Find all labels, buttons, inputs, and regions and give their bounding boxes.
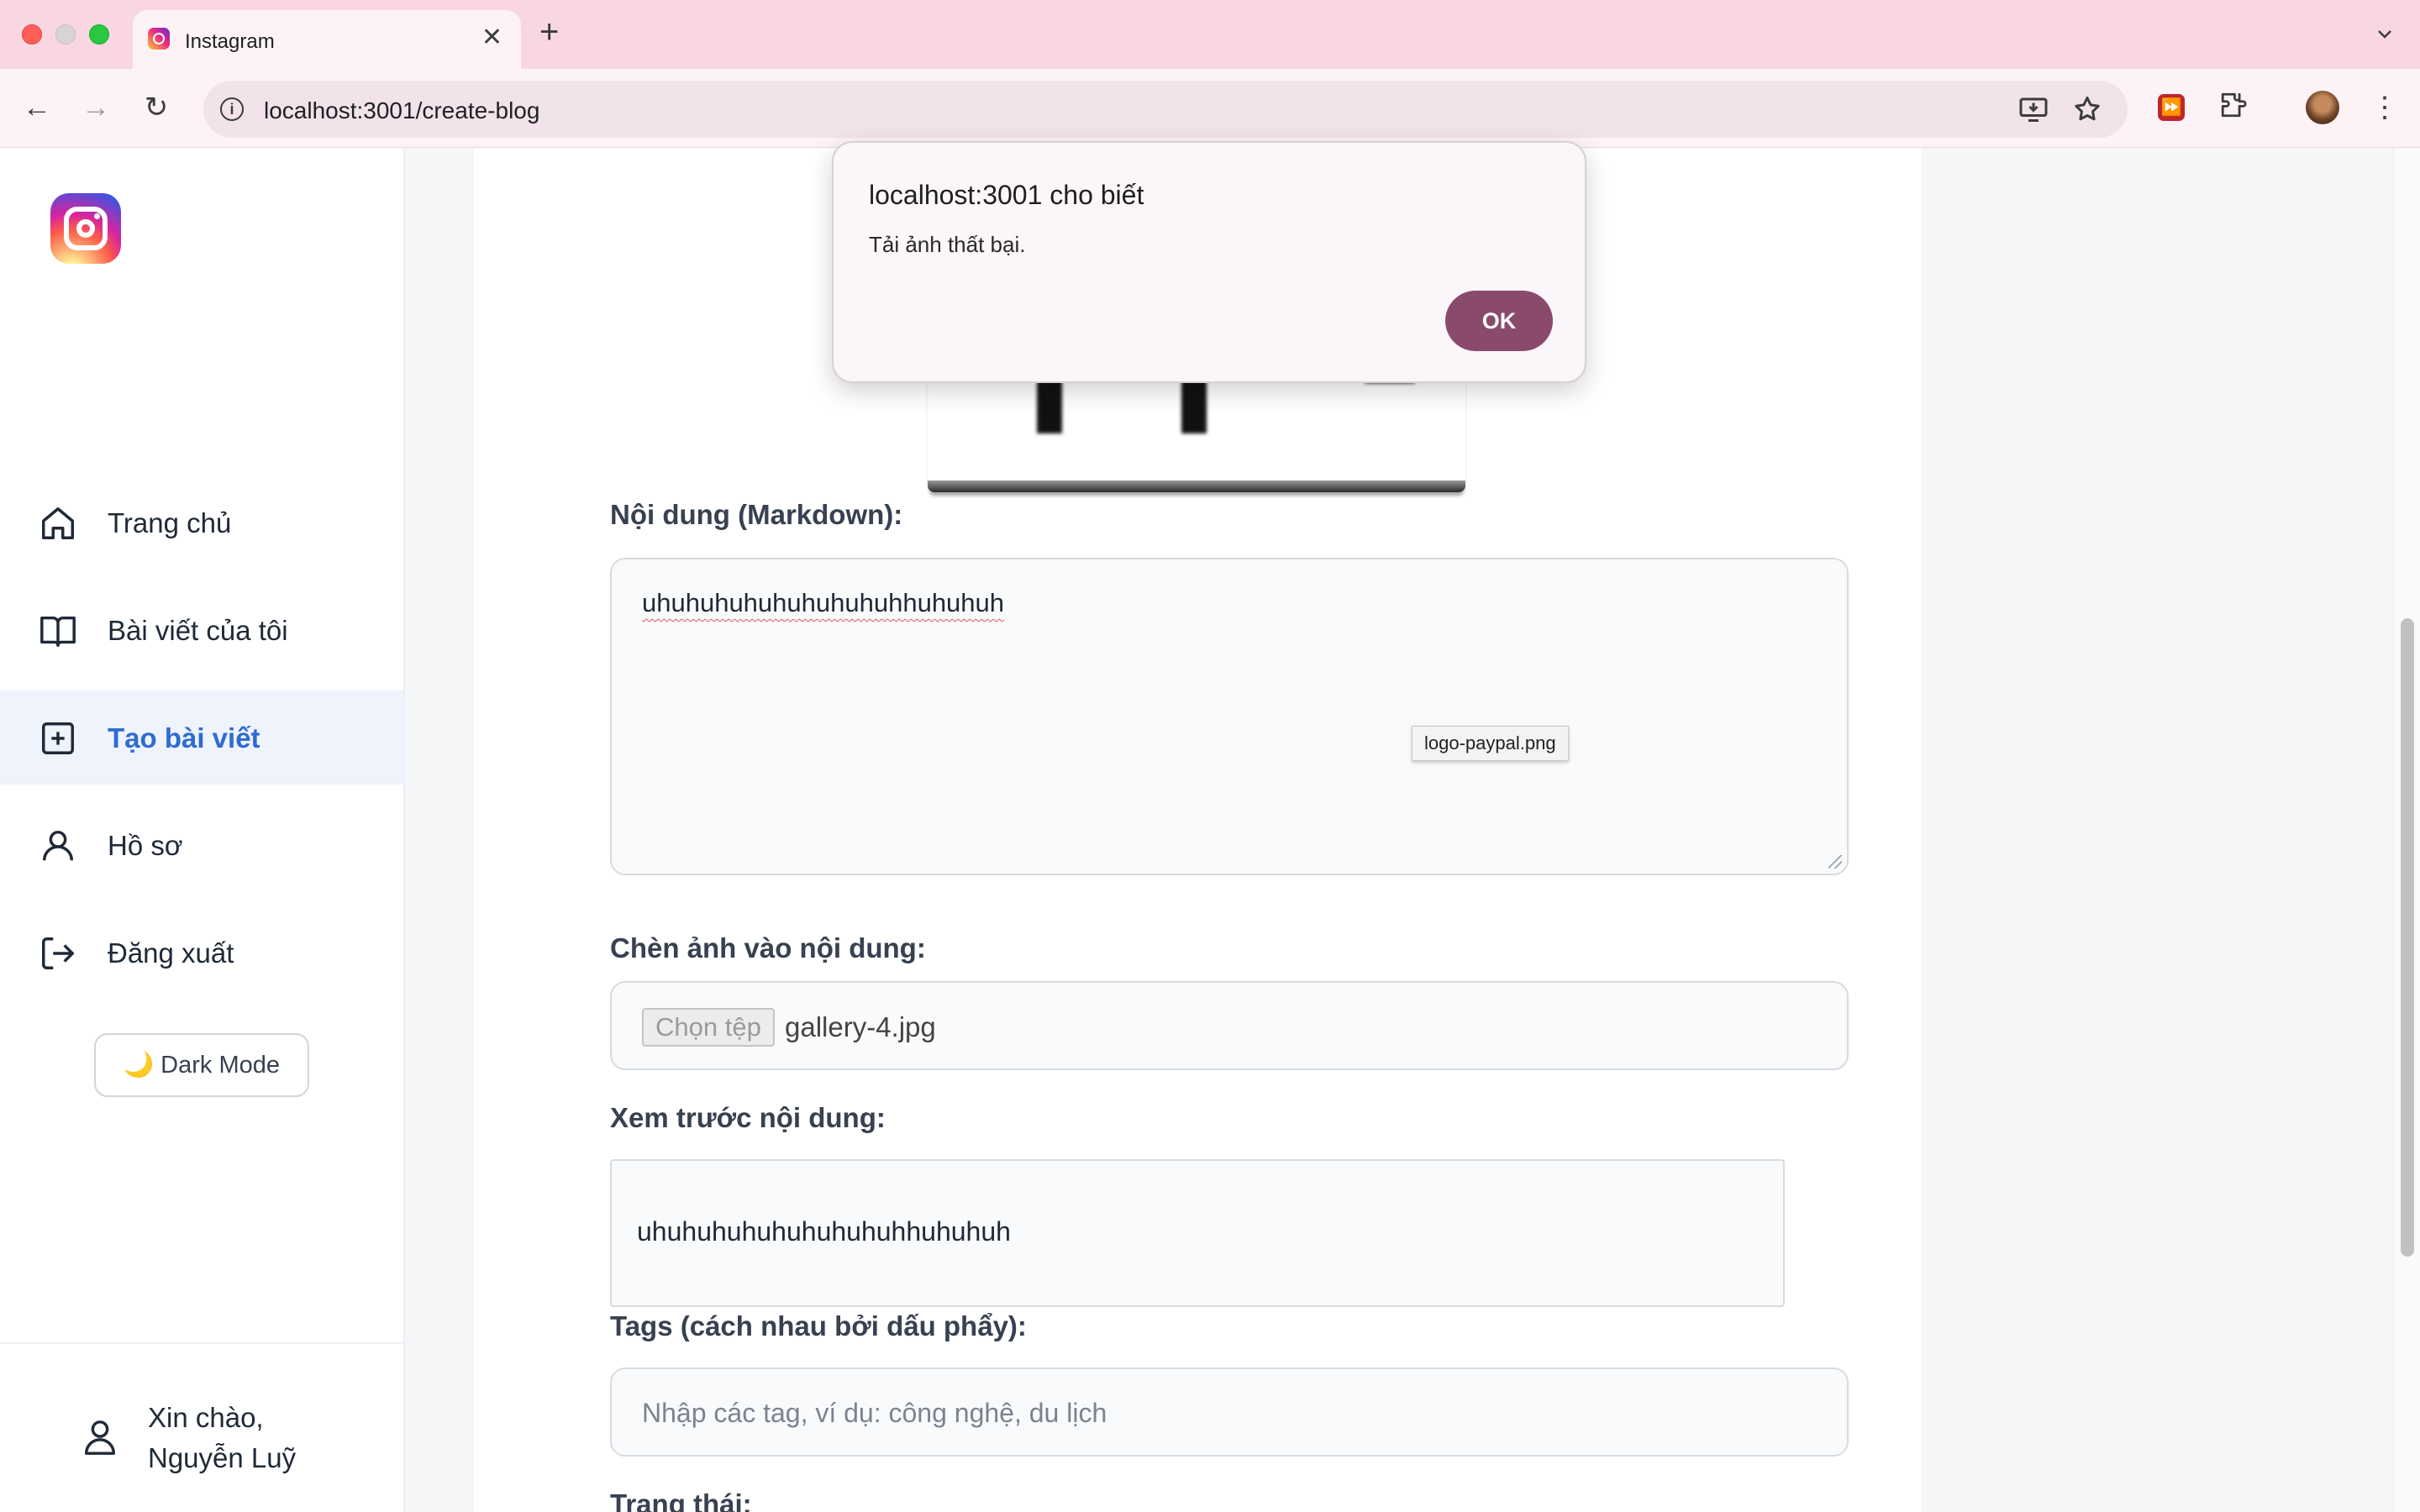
status-label: Trạng thái: [610,1488,752,1512]
extensions-puzzle-icon[interactable] [2217,91,2250,124]
dialog-message: Tải ảnh thất bại. [869,232,1026,257]
maximize-window-button[interactable] [89,24,109,45]
choose-file-button[interactable]: Chọn tệp [642,1008,775,1047]
sidebar-item-create-post[interactable]: Tạo bài viết [0,690,403,785]
tags-placeholder: Nhập các tag, ví dụ: công nghệ, du lịch [642,1398,1107,1428]
page-scrollbar[interactable] [2393,148,2420,1512]
sidebar-item-my-posts[interactable]: Bài viết của tôi [0,583,403,677]
site-info-icon[interactable]: i [220,97,244,121]
sidebar-item-label: Bài viết của tôi [108,615,288,646]
sidebar-item-label: Tạo bài viết [108,722,260,753]
reload-button[interactable]: ↻ [136,87,176,128]
tab-title: Instagram [185,30,275,53]
drag-file-tooltip: logo-paypal.png [1412,726,1569,761]
sidebar-item-home[interactable]: Trang chủ [0,475,403,570]
address-bar[interactable]: i localhost:3001/create-blog [203,81,2128,138]
content-value[interactable]: uhuhuhuhuhuhuhuhuhhuhuhuh [642,588,1004,618]
plus-square-icon [42,722,74,754]
user-icon [42,830,74,861]
tab-close-icon[interactable]: ✕ [481,25,502,50]
home-icon [42,507,74,539]
browser-tab[interactable]: Instagram ✕ [133,10,521,69]
content-label: Nội dung (Markdown): [610,499,903,530]
browser-toolbar: ← → ↻ i localhost:3001/create-blog ⏩ ⋮ [0,69,2420,148]
file-input[interactable]: Chọn tệp gallery-4.jpg [610,981,1849,1070]
sidebar-item-logout[interactable]: Đăng xuất [0,906,403,1000]
sidebar-item-profile[interactable]: Hồ sơ [0,798,403,892]
content-textarea[interactable]: uhuhuhuhuhuhuhuhuhhuhuhuh [610,558,1849,875]
sidebar-item-label: Đăng xuất [108,937,234,969]
sidebar-divider [0,1342,403,1344]
sidebar-item-label: Trang chủ [108,507,232,538]
minimize-window-button[interactable] [55,24,76,45]
alert-dialog: localhost:3001 cho biết Tải ảnh thất bại… [832,141,1586,383]
tags-input[interactable]: Nhập các tag, ví dụ: công nghệ, du lịch [610,1368,1849,1457]
dialog-ok-button[interactable]: OK [1445,291,1553,351]
sidebar-item-label: Hồ sơ [108,830,183,861]
sidebar: Trang chủ Bài viết của tôi Tạo bài viết … [0,148,405,1512]
install-app-icon[interactable] [2018,94,2049,130]
tab-search-chevron-icon[interactable] [2370,18,2400,49]
url-text[interactable]: localhost:3001/create-blog [264,97,539,124]
bookmark-star-icon[interactable] [2072,94,2102,130]
chrome-menu-icon[interactable]: ⋮ [2368,91,2402,124]
preview-text: uhuhuhuhuhuhuhuhuhhuhuhuh [637,1216,1011,1247]
selected-file-name: gallery-4.jpg [785,1011,936,1042]
scrollbar-thumb[interactable] [2401,618,2414,1257]
greeting-line: Xin chào, [148,1402,264,1433]
content-preview: uhuhuhuhuhuhuhuhuhhuhuhuh [610,1159,1785,1307]
resize-handle[interactable] [1828,855,1842,869]
back-button[interactable]: ← [17,87,57,128]
profile-avatar[interactable] [2306,91,2339,124]
instagram-logo-icon[interactable] [50,193,121,264]
insert-image-label: Chèn ảnh vào nội dung: [610,932,926,963]
browser-tab-strip: Instagram ✕ + [0,0,2420,69]
dialog-title: localhost:3001 cho biết [869,180,1144,210]
forward-button[interactable]: → [76,87,116,128]
user-name: Nguyễn Luỹ [148,1442,297,1473]
instagram-favicon-icon [148,28,170,50]
user-greeting: Xin chào, Nguyễn Luỹ [148,1398,296,1478]
logout-icon [42,937,74,969]
new-tab-button[interactable]: + [539,13,559,50]
user-icon [84,1420,116,1455]
tags-label: Tags (cách nhau bởi dấu phẩy): [610,1310,1027,1341]
close-window-button[interactable] [22,24,42,45]
preview-label: Xem trước nội dung: [610,1102,886,1133]
dark-mode-button[interactable]: 🌙 Dark Mode [94,1033,309,1097]
book-icon [40,616,76,647]
extension-red-icon[interactable]: ⏩ [2158,94,2185,121]
